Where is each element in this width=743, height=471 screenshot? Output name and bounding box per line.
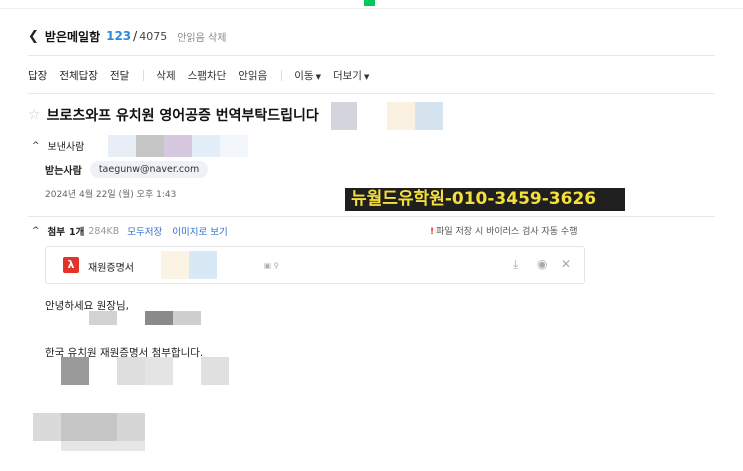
redacted-block: [145, 357, 173, 385]
caret-down-icon: ▼: [315, 72, 321, 81]
view-as-image-link[interactable]: 이미지로 보기: [172, 224, 227, 238]
recipient-chip[interactable]: taegunw@naver.com: [89, 161, 209, 178]
attachment-label: 첨부: [47, 227, 66, 238]
more-label: 더보기: [332, 69, 362, 82]
close-icon[interactable]: ✕: [561, 257, 571, 271]
redacted-block: [61, 441, 145, 451]
delete-unread-button[interactable]: 안읽음 삭제: [177, 29, 226, 44]
top-strip: [0, 0, 743, 9]
star-icon[interactable]: ☆: [28, 107, 41, 123]
mail-subject: 브로츠와프 유치원 영어공증 번역부탁드립니다: [46, 108, 319, 124]
caret-down-icon: ▼: [363, 72, 370, 81]
sender-label: 보낸사람: [47, 142, 85, 153]
divider: [28, 216, 715, 217]
redacted-block: [173, 311, 201, 325]
redacted-block: [161, 251, 189, 279]
attachment-header: ^ 첨부 1개 284KB 모두저장 이미지로 보기: [32, 224, 238, 239]
unread-count[interactable]: 123: [106, 29, 131, 43]
redacted-block: [117, 413, 145, 441]
redacted-block: [89, 311, 117, 325]
divider: [28, 55, 715, 56]
move-label: 이동: [294, 69, 314, 82]
redacted-block: [33, 413, 61, 441]
redacted-block: [145, 311, 173, 325]
warning-icon: !: [430, 227, 435, 237]
sender-row[interactable]: ^ 보낸사람: [32, 138, 85, 154]
mailbox-header: ❮ 받은메일함 123 / 4075 안읽음 삭제: [28, 28, 226, 44]
watermark-text: 뉴월드유학원-010-3459-3626: [345, 188, 625, 211]
subject-row: ☆ 브로츠와프 유치원 영어공증 번역부탁드립니다: [28, 104, 319, 126]
redacted-block: [387, 102, 415, 130]
redacted-block: [415, 102, 443, 130]
attachment-file-name[interactable]: 재원증명서: [88, 259, 134, 274]
redacted-block: [164, 135, 192, 157]
mark-unread-button[interactable]: 안읽음: [238, 68, 267, 83]
redacted-block: [108, 135, 136, 157]
recipient-label: 받는사람: [45, 166, 82, 177]
reply-all-button[interactable]: 전체답장: [59, 68, 98, 83]
redacted-block: [192, 135, 220, 157]
download-icon[interactable]: ⤓: [513, 257, 518, 272]
recipient-row: 받는사람 taegunw@naver.com: [45, 161, 209, 178]
preview-search-icon[interactable]: ▣ ⚲: [264, 261, 279, 270]
divider: [28, 93, 715, 94]
more-dropdown[interactable]: 더보기 ▼: [333, 68, 369, 83]
toolbar-separator: [143, 69, 145, 81]
chevron-up-icon[interactable]: ^: [32, 226, 40, 236]
redacted-block: [331, 102, 357, 130]
virus-scan-icon[interactable]: ◉: [537, 257, 547, 271]
virus-note-text: 파일 저장 시 바이러스 검사 자동 수행: [436, 227, 578, 237]
attachment-size: 284KB: [88, 225, 120, 237]
attachment-item[interactable]: λ 재원증명서 ▣ ⚲ ⤓ ◉ ✕: [45, 246, 585, 284]
total-count: 4075: [139, 29, 168, 43]
pdf-icon: λ: [63, 257, 79, 273]
spam-block-button[interactable]: 스팸차단: [188, 68, 227, 83]
redacted-block: [220, 135, 248, 157]
mail-toolbar: 답장 전체답장 전달 삭제 스팸차단 안읽음 이동 ▼ 더보기 ▼: [28, 67, 381, 83]
brand-mark: [364, 0, 375, 6]
forward-button[interactable]: 전달: [110, 68, 129, 83]
chevron-up-icon[interactable]: ^: [32, 141, 40, 151]
chevron-left-icon[interactable]: ❮: [28, 30, 39, 43]
redacted-block: [61, 413, 117, 441]
save-all-link[interactable]: 모두저장: [127, 224, 162, 238]
redacted-block: [117, 357, 145, 385]
redacted-block: [189, 251, 217, 279]
reply-button[interactable]: 답장: [28, 68, 47, 83]
attachment-count: 1개: [69, 227, 85, 238]
toolbar-separator: [281, 69, 283, 81]
count-separator: /: [133, 29, 138, 43]
mail-date: 2024년 4월 22일 (월) 오후 1:43: [45, 190, 177, 200]
redacted-block: [201, 357, 229, 385]
virus-scan-note: ! 파일 저장 시 바이러스 검사 자동 수행: [430, 224, 577, 237]
redacted-block: [61, 357, 89, 385]
move-dropdown[interactable]: 이동 ▼: [294, 68, 321, 83]
redacted-block: [136, 135, 164, 157]
delete-button[interactable]: 삭제: [156, 68, 175, 83]
mailbox-title[interactable]: 받은메일함: [45, 28, 100, 45]
